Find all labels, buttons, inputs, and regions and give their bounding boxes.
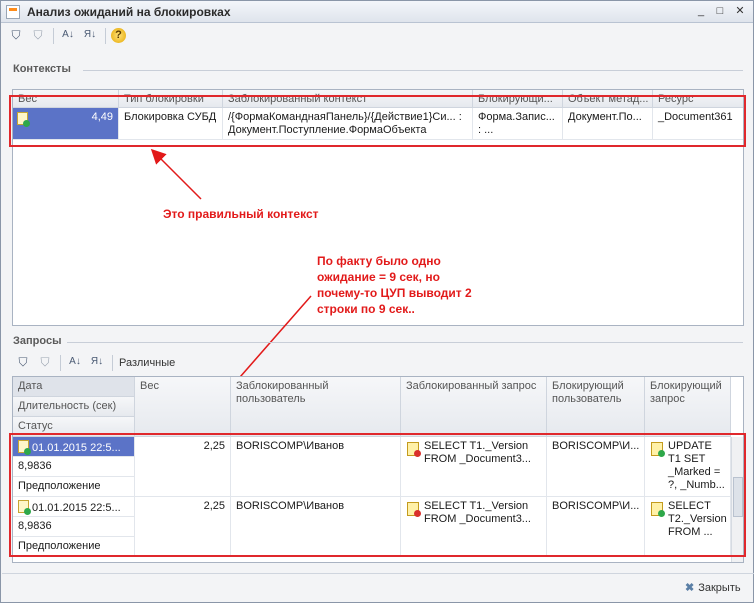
toolbar-separator bbox=[105, 28, 106, 44]
minimize-button[interactable]: _ bbox=[693, 5, 709, 19]
column-header-date[interactable]: Дата bbox=[13, 377, 135, 397]
toolbar-separator bbox=[53, 28, 54, 44]
queries-highlight-frame bbox=[9, 433, 746, 557]
clear-filter-icon[interactable]: ⛉ bbox=[29, 26, 47, 44]
window-title: Анализ ожиданий на блокировках bbox=[27, 5, 231, 19]
note-annotation: По факту было одно ожидание = 9 сек, но … bbox=[317, 254, 472, 316]
footer-divider bbox=[2, 573, 754, 574]
toolbar-separator bbox=[60, 355, 61, 371]
filter-icon[interactable]: ⛉ bbox=[7, 26, 25, 44]
sort-descending-icon[interactable]: Я↓ bbox=[88, 353, 106, 371]
maximize-button[interactable]: □ bbox=[712, 5, 728, 19]
section-divider bbox=[67, 342, 743, 343]
column-header-blocking-user[interactable]: Блокирующий пользователь bbox=[547, 377, 645, 437]
queries-toolbar: ⛉ ⛉ A↓ Я↓ Различные bbox=[12, 353, 212, 375]
main-toolbar: ⛉ ⛉ A↓ Я↓ ? bbox=[5, 26, 145, 48]
close-icon: ✖ bbox=[685, 582, 695, 594]
title-bar: Анализ ожиданий на блокировках _ □ ✕ bbox=[1, 1, 753, 23]
analysis-window: Анализ ожиданий на блокировках _ □ ✕ ⛉ ⛉… bbox=[0, 0, 754, 603]
distinct-button[interactable]: Различные bbox=[119, 357, 175, 369]
close-button[interactable]: ✖ Закрыть bbox=[685, 581, 741, 594]
clear-filter-icon[interactable]: ⛉ bbox=[36, 353, 54, 371]
contexts-section-title: Контексты bbox=[13, 63, 71, 75]
correct-context-annotation: Это правильный контекст bbox=[163, 207, 319, 221]
sort-ascending-icon[interactable]: A↓ bbox=[59, 26, 77, 44]
column-header-blocked-user[interactable]: Заблокированный пользователь bbox=[231, 377, 401, 437]
column-header-blocked-query[interactable]: Заблокированный запрос bbox=[401, 377, 547, 437]
filter-icon[interactable]: ⛉ bbox=[14, 353, 32, 371]
section-divider bbox=[83, 70, 743, 71]
sort-descending-icon[interactable]: Я↓ bbox=[81, 26, 99, 44]
app-icon bbox=[6, 5, 20, 19]
column-header-duration[interactable]: Длительность (сек) bbox=[13, 397, 135, 417]
column-header-blocking-query[interactable]: Блокирующий запрос bbox=[645, 377, 731, 437]
toolbar-separator bbox=[112, 355, 113, 371]
help-icon[interactable]: ? bbox=[111, 28, 126, 43]
sort-ascending-icon[interactable]: A↓ bbox=[66, 353, 84, 371]
close-label: Закрыть bbox=[698, 582, 741, 594]
close-window-button[interactable]: ✕ bbox=[732, 5, 748, 19]
context-highlight-frame bbox=[9, 95, 746, 147]
queries-section-title: Запросы bbox=[13, 335, 62, 347]
column-header-weight[interactable]: Вес bbox=[135, 377, 231, 437]
